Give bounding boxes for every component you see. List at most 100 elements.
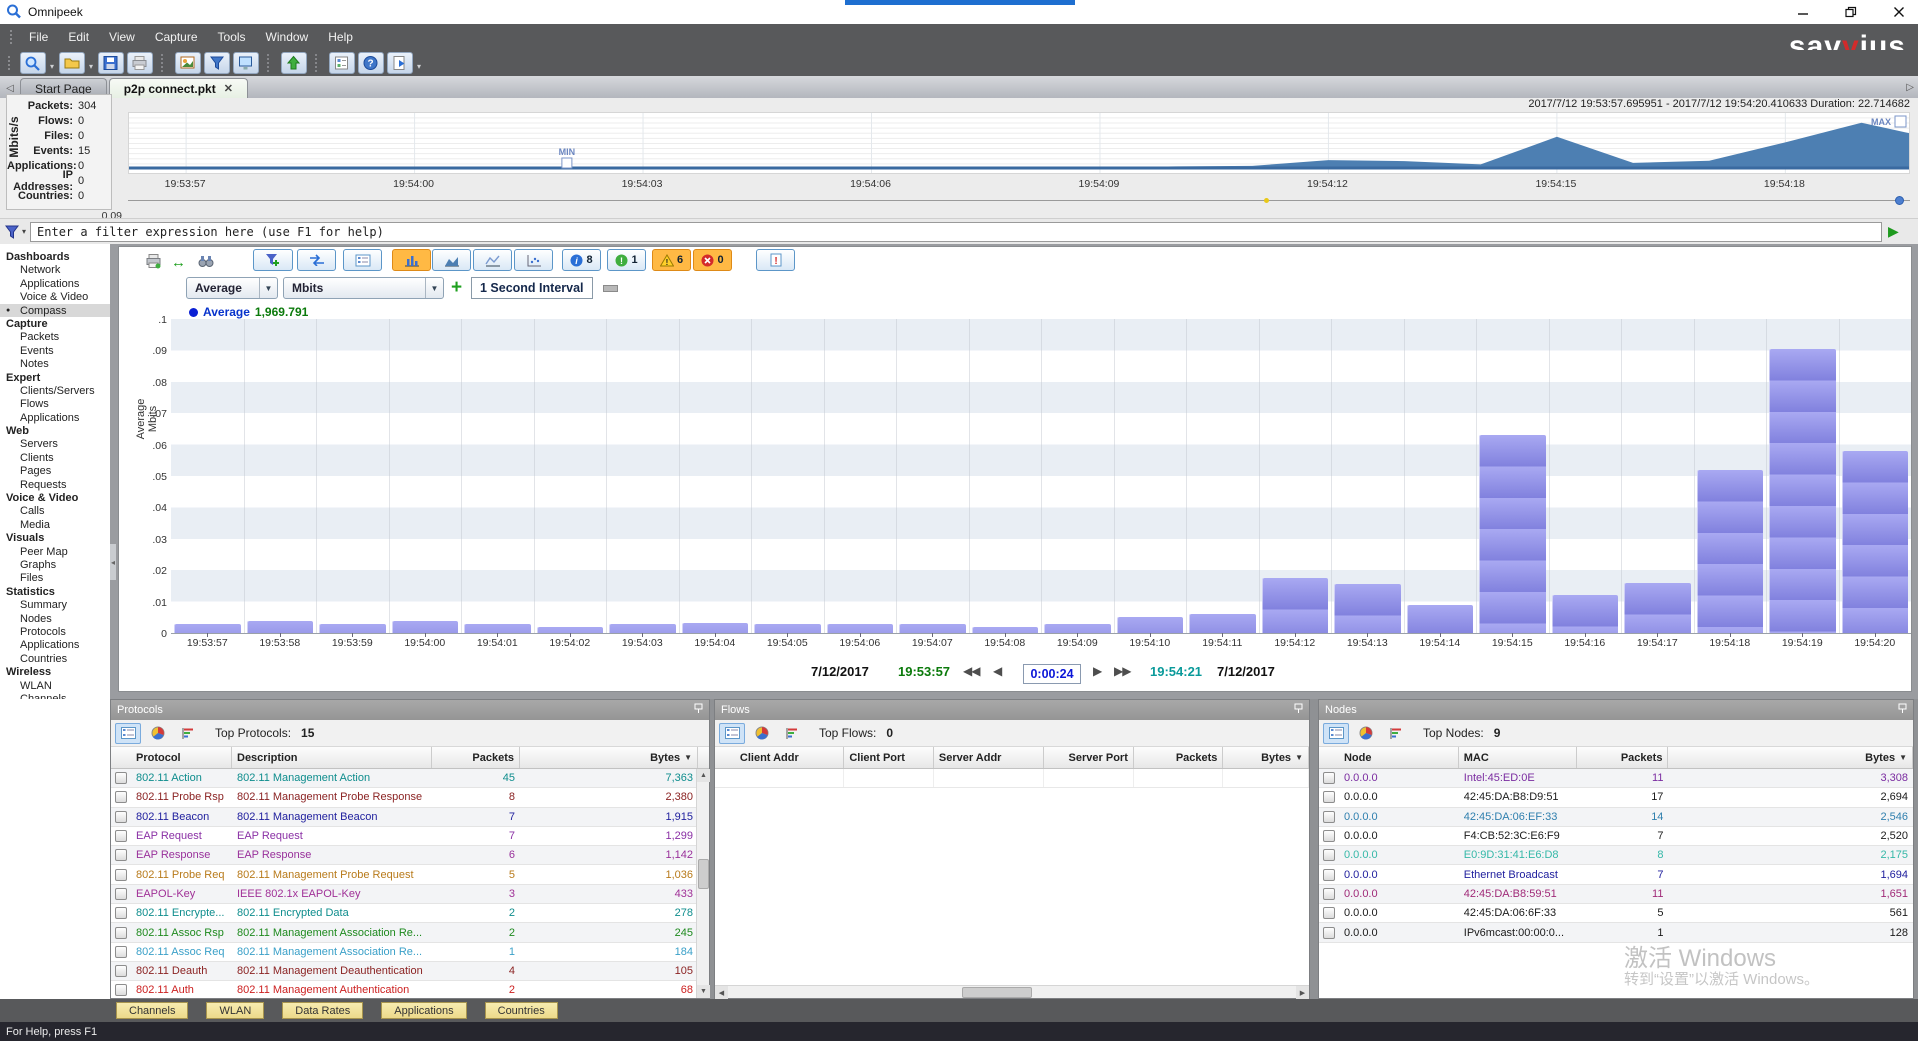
event-log-button[interactable]: ! [756,249,795,271]
bottom-tab-wlan[interactable]: WLAN [206,1002,264,1019]
sidebar-item-clients[interactable]: Clients [0,451,110,464]
sidebar-item-pages[interactable]: Pages [0,464,110,477]
table-row[interactable]: EAP RequestEAP Request71,299 [111,827,709,846]
sidebar-item-flows[interactable]: Flows [0,397,110,410]
column-header-mac[interactable]: MAC [1459,747,1577,768]
column-header-packets[interactable]: Packets [432,747,520,768]
table-row[interactable]: 802.11 Auth802.11 Management Authenticat… [111,981,709,998]
sidebar-item-channels[interactable]: Channels [0,692,110,699]
table-row[interactable]: 802.11 Assoc Req802.11 Management Associ… [111,943,709,962]
row-checkbox[interactable] [115,791,127,803]
row-checkbox[interactable] [115,888,127,900]
bottom-tab-channels[interactable]: Channels [116,1002,188,1019]
table-row[interactable]: 0.0.0.0IPv6mcast:00:00:0...1128 [1319,923,1913,942]
list-view-button[interactable] [1323,723,1349,744]
live-update-icon[interactable]: ↔ [171,254,186,271]
row-checkbox[interactable] [115,946,127,958]
tab-p2p-connect[interactable]: p2p connect.pkt✕ [109,78,248,98]
minimize-button[interactable] [1792,3,1814,21]
tab-scroll-right-icon[interactable]: ▷ [1906,82,1914,93]
table-row[interactable]: 0.0.0.0E0:9D:31:41:E6:D882,175 [1319,846,1913,865]
menu-window[interactable]: Window [256,26,319,48]
table-row[interactable]: 802.11 Beacon802.11 Management Beacon71,… [111,808,709,827]
print-button[interactable] [127,52,153,74]
start-capture-button[interactable] [20,52,46,74]
sidebar-item-peer-map[interactable]: Peer Map [0,545,110,558]
pie-view-button[interactable] [749,723,775,744]
sidebar-item-voice-video[interactable]: Voice & Video [0,290,110,303]
sidebar-item-compass[interactable]: Compass [0,304,110,317]
sidebar-item-clients-servers[interactable]: Clients/Servers [0,384,110,397]
info-events-button[interactable]: i8 [562,249,601,271]
sidebar-item-files[interactable]: Files [0,571,110,584]
tab-close-icon[interactable]: ✕ [224,82,233,95]
pie-view-button[interactable] [145,723,171,744]
open-file-button[interactable] [59,52,85,74]
filter-add-button[interactable] [253,249,293,271]
row-checkbox[interactable] [1323,888,1335,900]
column-header-description[interactable]: Description [232,747,432,768]
list-view-button[interactable] [719,723,745,744]
print-chart-icon[interactable] [145,253,163,272]
chart-legend[interactable]: Average 1,969.791 [189,305,308,319]
toolbar-overflow-icon[interactable]: ▾ [417,62,421,71]
menu-view[interactable]: View [99,26,145,48]
row-checkbox[interactable] [1323,830,1335,842]
sidebar-item-applications[interactable]: Applications [0,638,110,651]
table-row[interactable]: EAP ResponseEAP Response61,142 [111,846,709,865]
scroll-left-icon[interactable]: ◀ [715,986,728,999]
table-row[interactable]: 802.11 Deauth802.11 Management Deauthent… [111,962,709,981]
pie-view-button[interactable] [1353,723,1379,744]
column-header-bytes[interactable]: Bytes▼ [1668,747,1913,768]
scrollbar-thumb[interactable] [698,859,709,889]
error-events-button[interactable]: 0 [693,249,732,271]
row-checkbox[interactable] [115,984,127,996]
sidebar-item-calls[interactable]: Calls [0,504,110,517]
timeline-chart[interactable]: MINMAX [128,112,1910,174]
row-checkbox[interactable] [115,927,127,939]
close-button[interactable] [1888,3,1910,21]
scatter-chart-type-button[interactable] [514,249,553,271]
sidebar-item-events[interactable]: Events [0,344,110,357]
horizontal-scrollbar[interactable]: ◀▶ [715,985,1309,998]
upgrade-button[interactable] [281,52,307,74]
column-header-protocol[interactable]: Protocol [131,747,232,768]
row-checkbox[interactable] [1323,791,1335,803]
sidebar-item-graphs[interactable]: Graphs [0,558,110,571]
column-header-server-addr[interactable]: Server Addr [934,747,1044,768]
row-checkbox[interactable] [1323,849,1335,861]
filter-input[interactable] [30,222,1882,242]
search-binoculars-icon[interactable] [197,253,215,272]
row-checkbox[interactable] [1323,869,1335,881]
filter-settings-button[interactable] [204,52,230,74]
getting-started-button[interactable] [387,52,413,74]
table-row[interactable]: 802.11 Probe Rsp802.11 Management Probe … [111,788,709,807]
sidebar-item-applications[interactable]: Applications [0,411,110,424]
row-checkbox[interactable] [115,772,127,784]
chevron-down-icon[interactable]: ▼ [425,278,443,298]
row-checkbox[interactable] [115,849,127,861]
row-checkbox[interactable] [1323,811,1335,823]
menu-edit[interactable]: Edit [58,26,99,48]
table-row[interactable]: 802.11 Encrypte...802.11 Encrypted Data2… [111,904,709,923]
sidebar-item-requests[interactable]: Requests [0,478,110,491]
scroll-down-icon[interactable]: ▼ [697,985,710,998]
sidebar-item-nodes[interactable]: Nodes [0,612,110,625]
interval-handle[interactable] [603,285,618,292]
open-file-dropdown-icon[interactable]: ▾ [89,62,93,71]
bottom-tab-data-rates[interactable]: Data Rates [282,1002,363,1019]
row-checkbox[interactable] [115,907,127,919]
notice-events-button[interactable]: !1 [607,249,646,271]
pin-icon[interactable] [1294,703,1303,717]
sidebar-item-summary[interactable]: Summary [0,598,110,611]
sidebar-item-countries[interactable]: Countries [0,652,110,665]
bar-chart-plot[interactable] [171,319,1911,633]
sidebar-item-wlan[interactable]: WLAN [0,679,110,692]
area-chart-type-button[interactable] [432,249,471,271]
units-select[interactable]: Mbits▼ [283,277,444,299]
list-view-button[interactable] [115,723,141,744]
monitor-button[interactable] [233,52,259,74]
column-header-bytes[interactable]: Bytes▼ [520,747,698,768]
sidebar-item-media[interactable]: Media [0,518,110,531]
table-row[interactable]: 802.11 Assoc Rsp802.11 Management Associ… [111,923,709,942]
